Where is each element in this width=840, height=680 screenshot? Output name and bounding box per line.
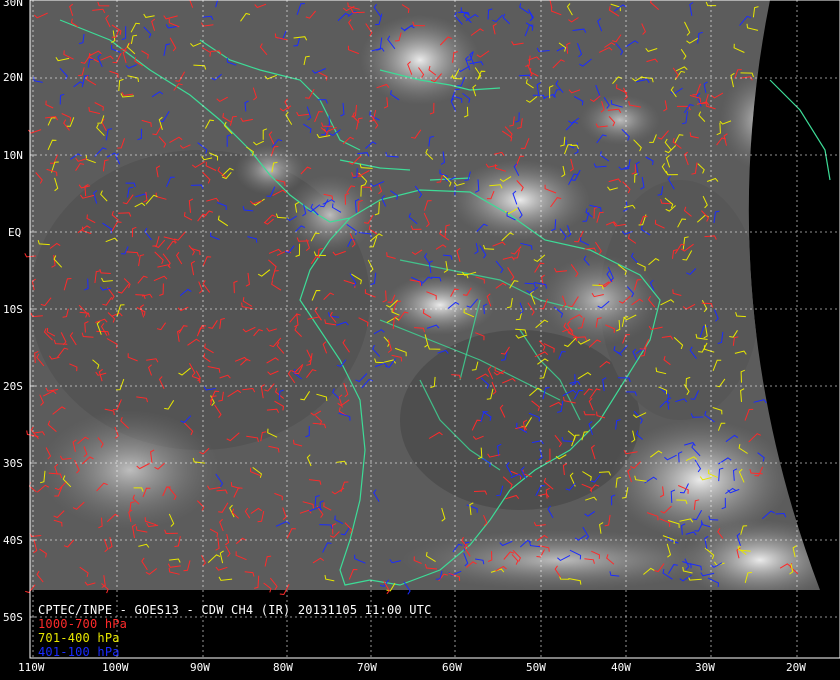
- legend-low-level: 1000-700 hPa: [38, 617, 128, 631]
- lat-label-50s: 50S: [3, 611, 23, 624]
- lat-label-30s: 30S: [3, 457, 23, 470]
- lat-label-30n: 30N: [3, 0, 23, 9]
- satellite-image: [30, 0, 820, 590]
- lon-label-40w: 40W: [611, 661, 631, 674]
- product-title: CPTEC/INPE - GOES13 - CDW CH4 (IR) 20131…: [38, 603, 432, 617]
- lon-label-100w: 100W: [102, 661, 129, 674]
- lon-label-50w: 50W: [526, 661, 546, 674]
- lon-label-110w: 110W: [18, 661, 45, 674]
- lon-label-30w: 30W: [695, 661, 715, 674]
- lat-label-40s: 40S: [3, 534, 23, 547]
- lon-label-90w: 90W: [190, 661, 210, 674]
- lon-label-20w: 20W: [786, 661, 806, 674]
- lat-label-20n: 20N: [3, 71, 23, 84]
- legend-high-level: 401-100 hPa: [38, 645, 120, 659]
- lat-label-20s: 20S: [3, 380, 23, 393]
- lat-label-10n: 10N: [3, 149, 23, 162]
- satellite-wind-map: [0, 0, 840, 680]
- lon-label-70w: 70W: [357, 661, 377, 674]
- lat-label-eq: EQ: [8, 226, 22, 239]
- lat-label-10s: 10S: [3, 303, 23, 316]
- lon-label-80w: 80W: [273, 661, 293, 674]
- legend-mid-level: 701-400 hPa: [38, 631, 120, 645]
- lon-label-60w: 60W: [442, 661, 462, 674]
